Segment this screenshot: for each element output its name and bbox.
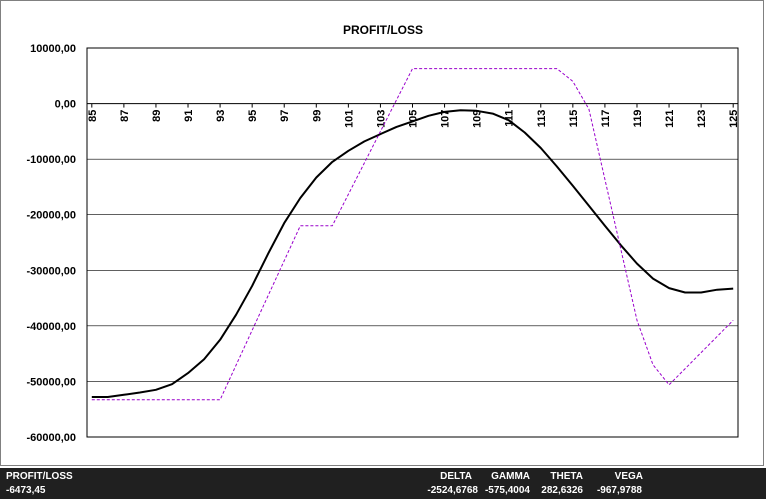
y-tick-label: -40000,00: [26, 321, 76, 333]
y-tick-label: -20000,00: [26, 210, 76, 222]
x-tick-label: 87: [119, 110, 131, 122]
x-tick-label: 93: [215, 110, 227, 122]
status-bar: PROFIT/LOSS -6473,45 DELTA -2524,6768 GA…: [0, 468, 766, 499]
x-tick-label: 97: [279, 110, 291, 122]
status-vega-value: -967,9788: [596, 485, 642, 496]
series-line-solid: [91, 109, 734, 398]
x-tick-label: 89: [151, 110, 163, 122]
x-tick-label: 103: [375, 110, 387, 128]
x-tick-label: 119: [632, 110, 644, 128]
status-delta-label: DELTA: [440, 471, 472, 482]
x-tick-label: 115: [568, 110, 580, 128]
x-tick-label: 91: [183, 110, 195, 122]
x-tick-label: 117: [600, 110, 612, 128]
profit-loss-chart: PROFIT/LOSS 10000,00 0,00 -10000,00 -20000,…: [26, 23, 740, 444]
x-tick-label: 101: [343, 110, 355, 128]
y-tick-label: -60000,00: [26, 432, 76, 444]
chart-title: PROFIT/LOSS: [343, 23, 423, 37]
x-tick-label: 121: [664, 110, 676, 128]
x-tick-label: 95: [247, 110, 259, 122]
chart-frame: PROFIT/LOSS 10000,00 0,00 -10000,00 -20000,…: [0, 0, 764, 466]
y-tick-label: 0,00: [55, 99, 76, 111]
status-theta-label: THETA: [550, 471, 583, 482]
x-tick-label: 85: [87, 110, 99, 122]
y-tick-label: 10000,00: [30, 43, 76, 55]
status-profit-loss-label: PROFIT/LOSS: [6, 471, 73, 482]
x-tick-label: 113: [536, 110, 548, 128]
y-tick-label: -50000,00: [26, 376, 76, 388]
status-delta-value: -2524,6768: [427, 485, 478, 496]
status-gamma-label: GAMMA: [491, 471, 530, 482]
x-tick-label: 99: [311, 110, 323, 122]
y-tick-label: -30000,00: [26, 265, 76, 277]
status-gamma-value: -575,4004: [484, 485, 530, 496]
status-vega-label: VEGA: [614, 471, 643, 482]
x-tick-label: 123: [696, 110, 708, 128]
status-theta-value: 282,6326: [541, 485, 583, 496]
status-profit-loss-value: -6473,45: [6, 485, 46, 496]
y-tick-label: -10000,00: [26, 154, 76, 166]
